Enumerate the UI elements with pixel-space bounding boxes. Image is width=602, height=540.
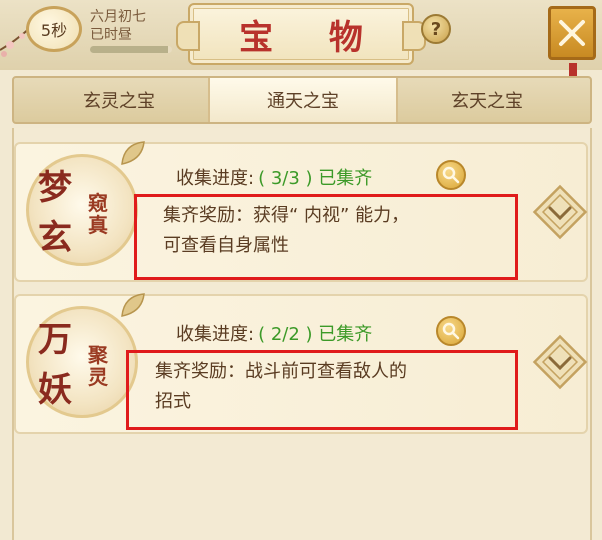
tab-xuantian[interactable]: 玄天之宝	[392, 78, 582, 122]
collection-progress: 收集进度:( 2/2 ) 已集齐	[176, 320, 372, 346]
reward-line-2: 招式	[155, 391, 191, 412]
tab-label: 通天之宝	[267, 91, 339, 112]
reward-line-1: 集齐奖励：战斗前可查看敌人的	[155, 361, 407, 382]
reward-description: 集齐奖励：战斗前可查看敌人的 招式	[126, 350, 518, 430]
medallion-subtitle: 窥真	[88, 191, 108, 237]
medallion-subtitle: 聚灵	[88, 343, 108, 389]
timer-badge: 5秒	[26, 6, 82, 52]
date-line-1: 六月初七	[90, 9, 146, 25]
crossed-swords-icon	[559, 20, 585, 46]
date-line-2: 已时昼	[90, 27, 132, 43]
collection-progress: 收集进度:( 3/3 ) 已集齐	[176, 164, 372, 190]
search-button[interactable]	[436, 160, 466, 190]
time-progress-fill	[90, 46, 168, 53]
treasure-card: 万 妖 聚灵 收集进度:( 2/2 ) 已集齐 集齐奖励：战斗前可查看敌人的 招…	[14, 293, 588, 434]
medallion-char-1: 梦	[38, 168, 72, 208]
tab-tongtian[interactable]: 通天之宝	[208, 78, 398, 122]
treasure-medallion: 万 妖 聚灵	[22, 293, 145, 420]
expand-button[interactable]	[528, 180, 592, 244]
tab-xuanling[interactable]: 玄灵之宝	[24, 78, 214, 122]
reward-description: 集齐奖励：获得“ 内视” 能力， 可查看自身属性	[134, 194, 518, 280]
top-bar: 5秒 六月初七 已时昼 宝 物 ?	[0, 0, 602, 79]
page-title: 宝 物	[239, 17, 385, 58]
help-button[interactable]: ?	[421, 14, 451, 44]
time-progress-bar	[90, 46, 172, 53]
close-button[interactable]	[548, 6, 596, 79]
treasure-medallion: 梦 玄 窥真	[22, 141, 145, 268]
reward-line-2: 可查看自身属性	[163, 235, 289, 256]
tab-bar: 玄灵之宝 通天之宝 玄天之宝	[12, 76, 592, 124]
magnifier-icon	[442, 166, 460, 184]
medallion-char-2: 妖	[38, 370, 72, 410]
medallion-char-2: 玄	[38, 218, 72, 258]
treasure-card: 梦 玄 窥真 收集进度:( 3/3 ) 已集齐 集齐奖励：获得“ 内视” 能力，…	[14, 141, 588, 282]
timer-text: 5秒	[40, 21, 68, 40]
empty-list-area	[14, 440, 588, 540]
leaf-icon	[121, 141, 145, 165]
date-display: 六月初七 已时昼	[90, 8, 146, 44]
search-button[interactable]	[436, 316, 466, 346]
question-icon: ?	[430, 18, 442, 40]
tab-label: 玄灵之宝	[83, 91, 155, 112]
reward-line-1: 集齐奖励：获得“ 内视” 能力，	[163, 205, 410, 226]
progress-label: 收集进度:	[176, 324, 255, 345]
medallion-char-1: 万	[38, 320, 72, 360]
magnifier-icon	[442, 322, 460, 340]
progress-value: ( 3/3 ) 已集齐	[258, 168, 373, 189]
title-plaque: 宝 物	[176, 3, 426, 65]
progress-label: 收集进度:	[176, 168, 255, 189]
leaf-icon	[121, 293, 145, 317]
expand-button[interactable]	[528, 330, 592, 394]
progress-value: ( 2/2 ) 已集齐	[258, 324, 373, 345]
tab-label: 玄天之宝	[451, 91, 523, 112]
